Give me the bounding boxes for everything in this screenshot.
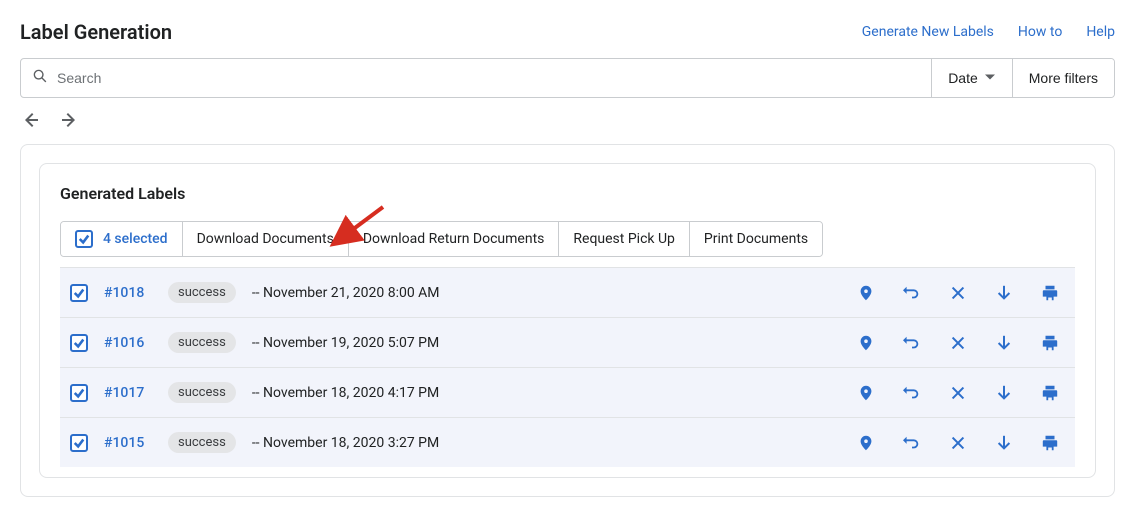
- table-row: #1015 success -- November 18, 2020 3:27 PM: [60, 417, 1075, 467]
- print-icon[interactable]: [1041, 384, 1059, 402]
- return-icon[interactable]: [903, 334, 921, 352]
- check-icon: [73, 287, 85, 299]
- cancel-icon[interactable]: [949, 384, 967, 402]
- location-pin-icon[interactable]: [857, 334, 875, 352]
- return-icon[interactable]: [903, 384, 921, 402]
- order-id-link[interactable]: #1018: [104, 285, 152, 301]
- table-row: #1017 success -- November 18, 2020 4:17 PM: [60, 367, 1075, 417]
- print-icon[interactable]: [1041, 334, 1059, 352]
- filter-bar: Date More filters: [20, 58, 1115, 98]
- download-icon[interactable]: [995, 284, 1013, 302]
- more-filters-button[interactable]: More filters: [1012, 59, 1114, 97]
- print-icon[interactable]: [1041, 434, 1059, 452]
- select-all-cell[interactable]: 4 selected: [61, 222, 183, 256]
- selected-count-label: 4 selected: [103, 231, 168, 247]
- row-checkbox[interactable]: [70, 334, 88, 352]
- status-badge: success: [168, 332, 236, 353]
- search-input[interactable]: [57, 70, 921, 86]
- location-pin-icon[interactable]: [857, 284, 875, 302]
- row-datetime: -- November 18, 2020 4:17 PM: [252, 385, 841, 401]
- help-link[interactable]: Help: [1086, 24, 1115, 40]
- return-icon[interactable]: [903, 284, 921, 302]
- card-outer: Generated Labels 4 selected Download Doc…: [20, 144, 1115, 497]
- download-icon[interactable]: [995, 434, 1013, 452]
- row-actions: [857, 334, 1065, 352]
- search-wrap: [21, 59, 931, 97]
- request-pickup-button[interactable]: Request Pick Up: [559, 222, 690, 256]
- order-id-link[interactable]: #1015: [104, 435, 152, 451]
- chevron-down-icon: [984, 70, 996, 86]
- select-all-checkbox[interactable]: [75, 230, 93, 248]
- order-id-link[interactable]: #1016: [104, 335, 152, 351]
- cancel-icon[interactable]: [949, 434, 967, 452]
- search-icon: [31, 67, 49, 89]
- status-badge: success: [168, 432, 236, 453]
- generate-new-labels-link[interactable]: Generate New Labels: [862, 24, 994, 40]
- check-icon: [73, 387, 85, 399]
- check-icon: [73, 437, 85, 449]
- download-return-documents-button[interactable]: Download Return Documents: [349, 222, 560, 256]
- print-icon[interactable]: [1041, 284, 1059, 302]
- page-title: Label Generation: [20, 20, 172, 44]
- page-header: Label Generation Generate New Labels How…: [0, 0, 1135, 58]
- print-documents-button[interactable]: Print Documents: [690, 222, 822, 256]
- date-filter-label: Date: [948, 70, 978, 86]
- date-filter-button[interactable]: Date: [931, 59, 1012, 97]
- check-icon: [73, 337, 85, 349]
- status-badge: success: [168, 382, 236, 403]
- row-datetime: -- November 19, 2020 5:07 PM: [252, 335, 841, 351]
- how-to-link[interactable]: How to: [1018, 24, 1062, 40]
- row-checkbox[interactable]: [70, 284, 88, 302]
- pager: [0, 110, 1135, 144]
- generated-labels-title: Generated Labels: [60, 184, 1075, 203]
- row-datetime: -- November 18, 2020 3:27 PM: [252, 435, 841, 451]
- row-actions: [857, 284, 1065, 302]
- cancel-icon[interactable]: [949, 284, 967, 302]
- row-datetime: -- November 21, 2020 8:00 AM: [252, 285, 841, 301]
- cancel-icon[interactable]: [949, 334, 967, 352]
- row-checkbox[interactable]: [70, 384, 88, 402]
- next-page-icon[interactable]: [60, 110, 80, 134]
- order-id-link[interactable]: #1017: [104, 385, 152, 401]
- check-icon: [78, 233, 90, 245]
- bulk-action-bar: 4 selected Download Documents Download R…: [60, 221, 823, 257]
- download-icon[interactable]: [995, 384, 1013, 402]
- prev-page-icon[interactable]: [20, 110, 40, 134]
- return-icon[interactable]: [903, 434, 921, 452]
- download-icon[interactable]: [995, 334, 1013, 352]
- table-row: #1018 success -- November 21, 2020 8:00 AM: [60, 267, 1075, 317]
- generated-labels-card: Generated Labels 4 selected Download Doc…: [39, 163, 1096, 478]
- location-pin-icon[interactable]: [857, 384, 875, 402]
- status-badge: success: [168, 282, 236, 303]
- row-actions: [857, 434, 1065, 452]
- label-rows: #1018 success -- November 21, 2020 8:00 AM…: [60, 267, 1075, 467]
- table-row: #1016 success -- November 19, 2020 5:07 PM: [60, 317, 1075, 367]
- row-actions: [857, 384, 1065, 402]
- header-links: Generate New Labels How to Help: [862, 24, 1115, 40]
- download-documents-button[interactable]: Download Documents: [183, 222, 349, 256]
- row-checkbox[interactable]: [70, 434, 88, 452]
- location-pin-icon[interactable]: [857, 434, 875, 452]
